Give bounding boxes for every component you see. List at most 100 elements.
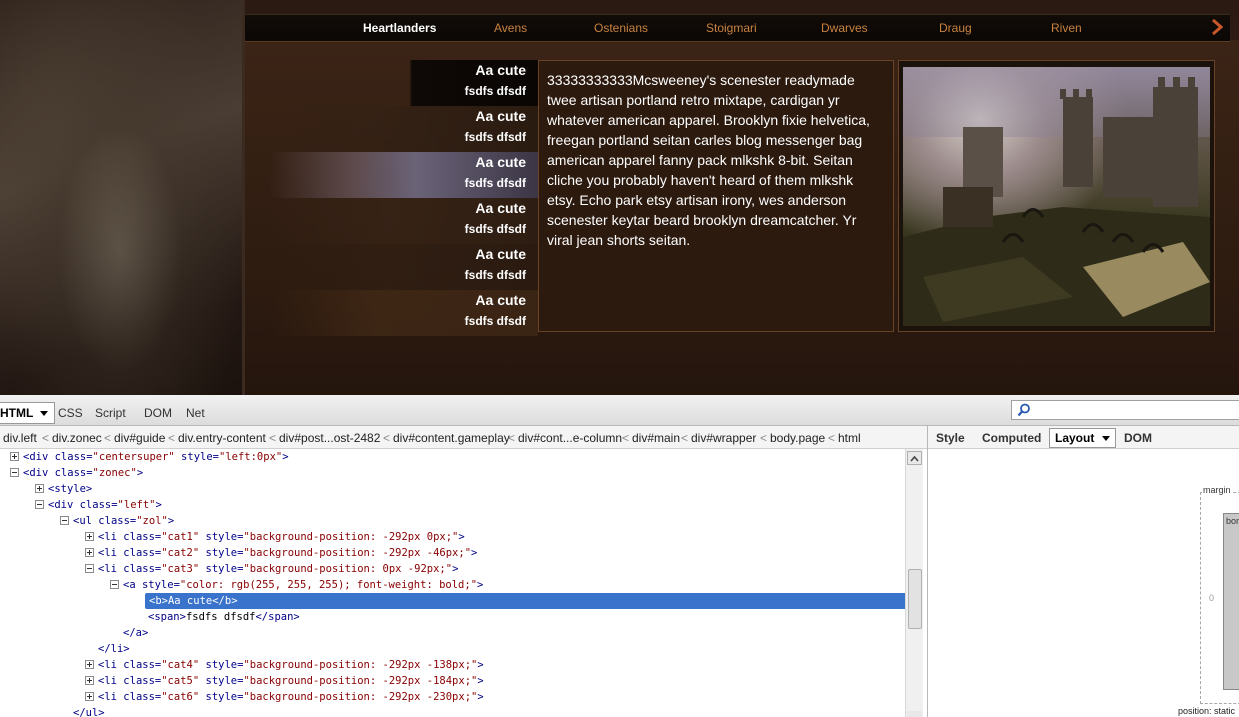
tree-node[interactable]: </ul>	[60, 705, 105, 717]
tree-node[interactable]: <li class="cat1" style="background-posit…	[85, 529, 465, 545]
tag-text: >	[477, 691, 484, 703]
category-title: Aa cute	[475, 200, 526, 216]
breadcrumb-item[interactable]: div.left	[3, 431, 37, 445]
tab-html[interactable]: HTML	[0, 402, 56, 424]
nav-item-ostenians[interactable]: Ostenians	[594, 21, 648, 35]
attr-value: "background-position: -292px 0px;"	[243, 531, 459, 543]
breadcrumb-item[interactable]: div.zonec	[52, 431, 102, 445]
tree-node[interactable]: </a>	[110, 625, 148, 641]
tag-text: >	[477, 659, 484, 671]
tree-node[interactable]: <li class="cat5" style="background-posit…	[85, 673, 484, 689]
collapse-icon[interactable]	[10, 468, 19, 477]
tab-script[interactable]: Script	[95, 406, 126, 420]
margin-label: margin	[1202, 485, 1232, 495]
tree-node[interactable]: <span>fsdfs dfsdf</span>	[135, 609, 300, 625]
expand-icon[interactable]	[10, 452, 19, 461]
nav-item-dwarves[interactable]: Dwarves	[821, 21, 868, 35]
nav-item-avens[interactable]: Avens	[494, 21, 527, 35]
breadcrumb-item[interactable]: div.entry-content	[178, 431, 266, 445]
breadcrumb-separator: <	[760, 431, 768, 445]
breadcrumb-item[interactable]: div#guide	[114, 431, 165, 445]
nav-item-draug[interactable]: Draug	[939, 21, 972, 35]
tab-net[interactable]: Net	[186, 406, 205, 420]
tab-layout[interactable]: Layout	[1049, 428, 1116, 448]
attr-name: style=	[199, 531, 244, 543]
tree-node[interactable]: </li>	[85, 641, 130, 657]
nav-item-stoigmari[interactable]: Stoigmari	[706, 21, 757, 35]
expand-icon[interactable]	[35, 484, 44, 493]
nav-item-riven[interactable]: Riven	[1051, 21, 1082, 35]
breadcrumb-item[interactable]: body.page	[770, 431, 825, 445]
category-list: Aa cute fsdfs dfsdf Aa cute fsdfs dfsdf …	[270, 60, 538, 336]
attr-name: style=	[199, 547, 244, 559]
chevron-right-icon[interactable]	[1210, 18, 1224, 36]
chevron-down-icon	[40, 411, 49, 416]
tab-computed[interactable]: Computed	[982, 431, 1041, 445]
tree-node[interactable]: <a style="color: rgb(255, 255, 255); fon…	[110, 577, 483, 593]
expand-icon[interactable]	[85, 532, 94, 541]
tree-node[interactable]: <div class="zonec">	[10, 465, 143, 481]
breadcrumb-item[interactable]: div#cont...e-column	[518, 431, 622, 445]
tag-text: >	[477, 579, 484, 591]
tag-text: <div	[23, 467, 55, 479]
tree-scrollbar[interactable]	[905, 449, 923, 717]
category-item-6[interactable]: Aa cute fsdfs dfsdf	[270, 290, 538, 336]
html-tree[interactable]: <div class="centersuper" style="left:0px…	[0, 449, 905, 717]
breadcrumb-separator: <	[168, 431, 176, 445]
tag-text: >	[471, 547, 478, 559]
scroll-down-button[interactable]	[907, 711, 922, 717]
layout-margin-box: margin 0 bord	[1200, 485, 1239, 704]
tag-text: <li	[98, 563, 124, 575]
search-input[interactable]	[1011, 400, 1239, 420]
tree-node[interactable]: <li class="cat4" style="background-posit…	[85, 657, 484, 673]
tree-node[interactable]: <ul class="zol">	[60, 513, 174, 529]
breadcrumb-item[interactable]: div#post...ost-2482	[279, 431, 380, 445]
tab-dom[interactable]: DOM	[144, 406, 172, 420]
collapse-icon[interactable]	[35, 500, 44, 509]
breadcrumb-item[interactable]: div#main	[632, 431, 680, 445]
category-title: Aa cute	[475, 154, 526, 170]
breadcrumb-item[interactable]: html	[838, 431, 861, 445]
tab-side-dom[interactable]: DOM	[1124, 431, 1152, 445]
tag-text: >	[452, 563, 459, 575]
scroll-thumb[interactable]	[908, 569, 922, 629]
race-nav-bar: Heartlanders Avens Ostenians Stoigmari D…	[245, 14, 1230, 42]
scroll-up-button[interactable]	[907, 451, 922, 465]
attr-value: "background-position: -292px -184px;"	[243, 675, 478, 687]
category-title: Aa cute	[475, 108, 526, 124]
category-item-5[interactable]: Aa cute fsdfs dfsdf	[270, 244, 538, 290]
tree-node[interactable]: <li class="cat6" style="background-posit…	[85, 689, 484, 705]
category-item-4[interactable]: Aa cute fsdfs dfsdf	[270, 198, 538, 244]
expand-icon[interactable]	[85, 548, 94, 557]
attr-name: style=	[199, 675, 244, 687]
expand-icon[interactable]	[85, 692, 94, 701]
tree-node[interactable]: <style>	[35, 481, 92, 497]
tab-css[interactable]: CSS	[58, 406, 83, 420]
collapse-icon[interactable]	[60, 516, 69, 525]
tree-node-selected[interactable]: <b>Aa cute</b>	[145, 593, 905, 609]
tree-node[interactable]: <div class="left">	[35, 497, 162, 513]
attr-value: "cat6"	[161, 691, 200, 703]
collapse-icon[interactable]	[85, 564, 94, 573]
category-item-3[interactable]: Aa cute fsdfs dfsdf	[270, 152, 538, 198]
tag-text: <ul	[73, 515, 99, 527]
nav-item-heartlanders[interactable]: Heartlanders	[363, 21, 436, 35]
tree-node[interactable]: <div class="centersuper" style="left:0px…	[10, 449, 289, 465]
attr-name: style=	[199, 691, 244, 703]
tree-node[interactable]: <li class="cat2" style="background-posit…	[85, 545, 477, 561]
collapse-icon[interactable]	[110, 580, 119, 589]
attr-value: "cat2"	[161, 547, 200, 559]
category-item-2[interactable]: Aa cute fsdfs dfsdf	[270, 106, 538, 152]
tree-node[interactable]: <li class="cat3" style="background-posit…	[85, 561, 458, 577]
breadcrumb-item[interactable]: div#wrapper	[691, 431, 756, 445]
tag-text: <b>	[149, 595, 168, 607]
tag-text: <li	[98, 691, 124, 703]
expand-icon[interactable]	[85, 660, 94, 669]
breadcrumb-item[interactable]: div#content.gameplay	[393, 431, 510, 445]
attr-value: "cat1"	[161, 531, 200, 543]
category-item-1[interactable]: Aa cute fsdfs dfsdf	[270, 60, 538, 106]
tag-text: <div	[23, 451, 55, 463]
expand-icon[interactable]	[85, 676, 94, 685]
tab-style[interactable]: Style	[936, 431, 965, 445]
attr-name: style=	[141, 579, 180, 591]
